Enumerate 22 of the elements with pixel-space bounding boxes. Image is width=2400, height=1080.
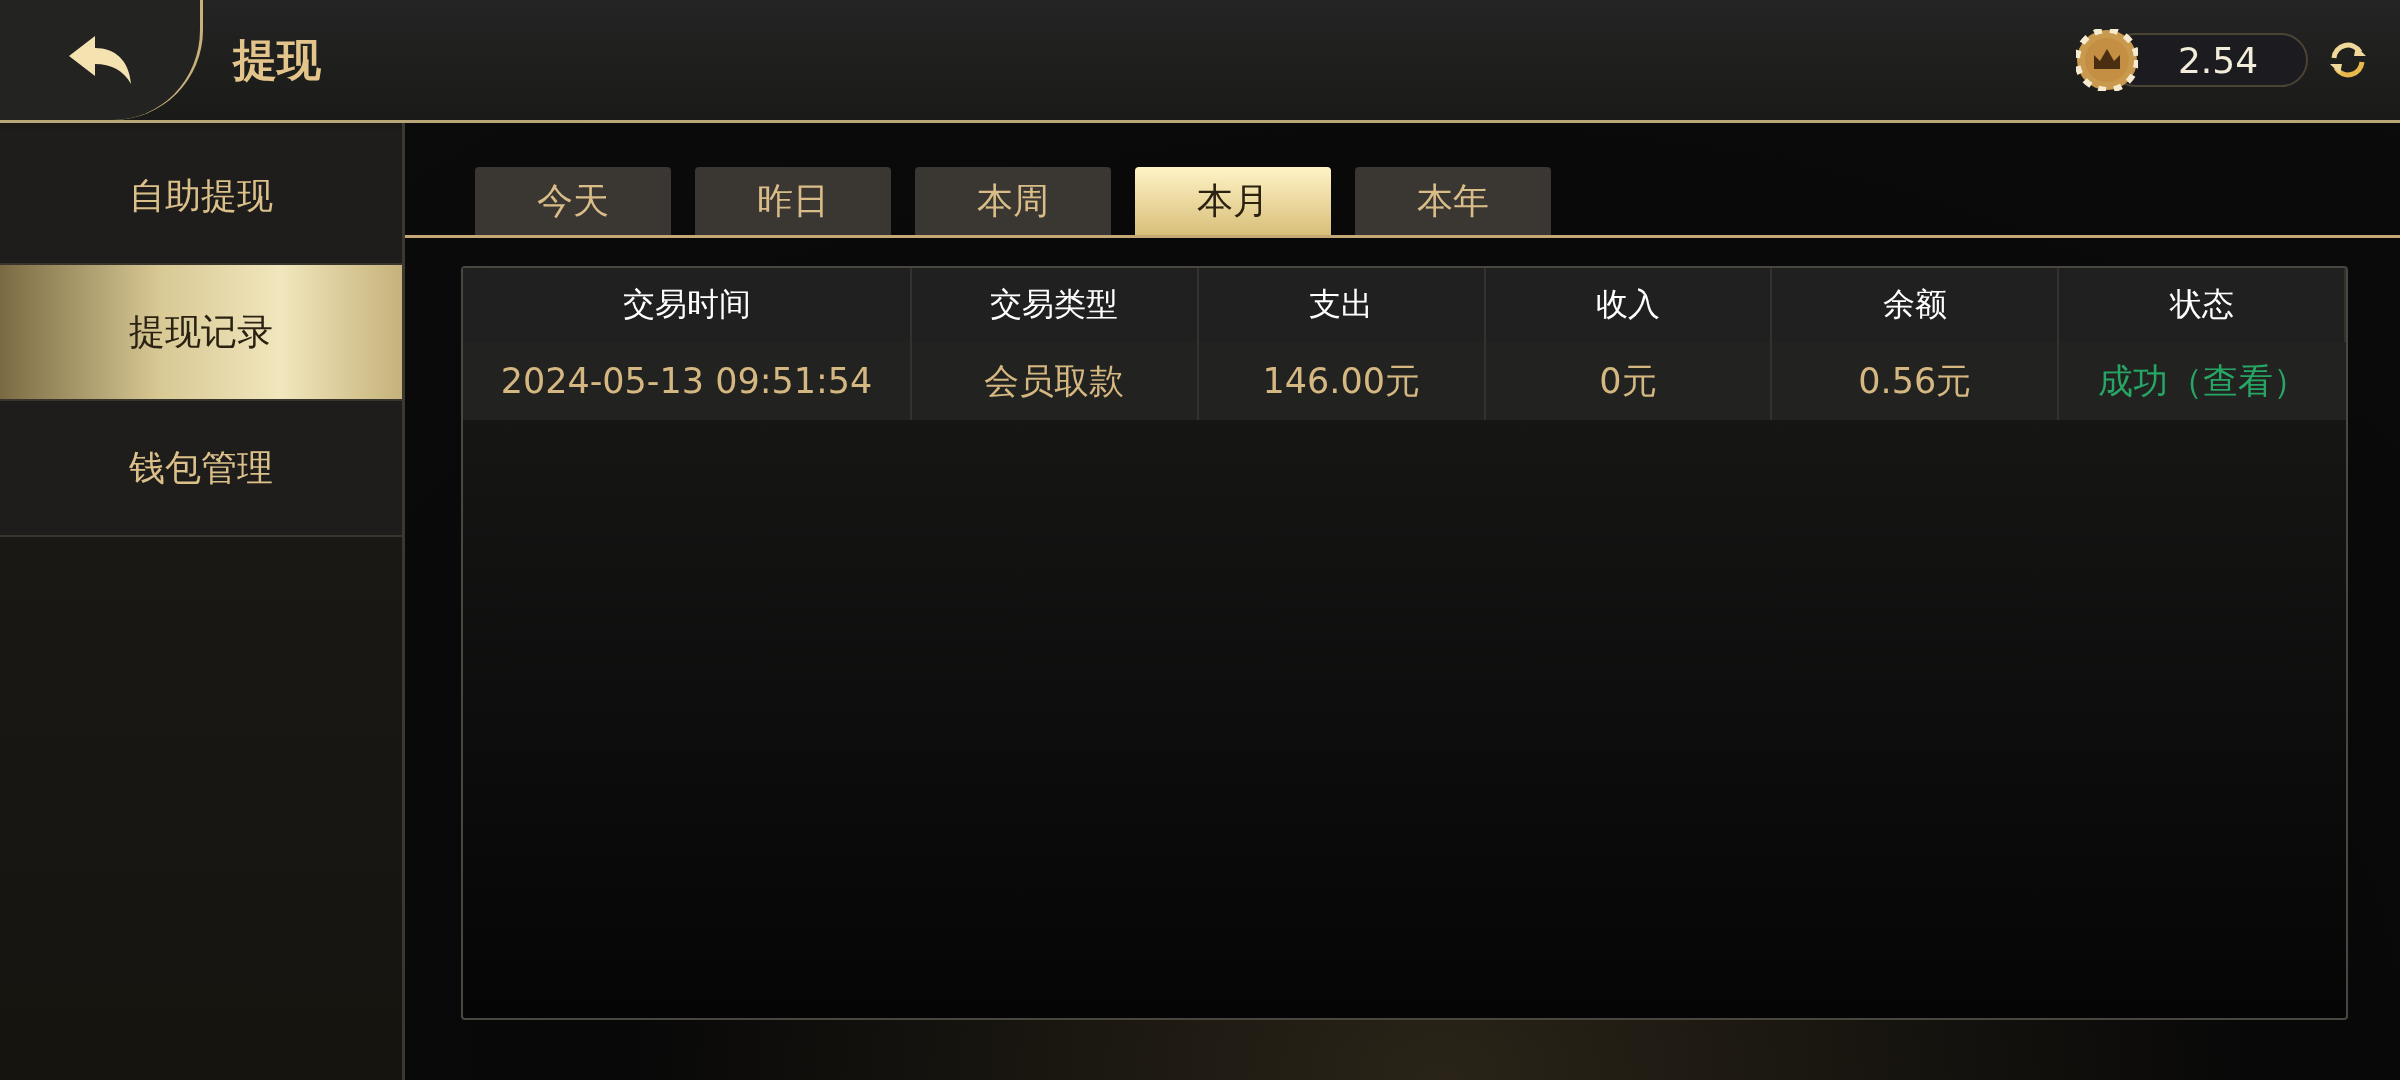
sidebar-item[interactable]: 钱包管理 [0,401,402,537]
column-header: 交易类型 [912,268,1199,342]
back-icon[interactable] [67,34,133,86]
column-header: 余额 [1772,268,2060,342]
column-header: 状态 [2059,268,2346,342]
page-title: 提现 [233,32,322,87]
period-tab[interactable]: 本月 [1135,167,1331,235]
column-header: 收入 [1485,268,1773,342]
period-tab[interactable]: 今天 [475,167,671,235]
table-cell: 0.56元 [1772,342,2060,420]
period-tab[interactable]: 本周 [915,167,1111,235]
period-tab[interactable]: 昨日 [695,167,891,235]
column-header: 交易时间 [463,268,912,342]
table-cell: 146.00元 [1198,342,1486,420]
period-tab[interactable]: 本年 [1355,167,1551,235]
status-link[interactable]: 成功（查看） [2059,342,2346,420]
sidebar-item[interactable]: 自助提现 [0,129,402,265]
sidebar-item[interactable]: 提现记录 [0,265,402,401]
table-cell: 0元 [1485,342,1773,420]
column-header: 支出 [1198,268,1486,342]
table-cell: 2024-05-13 09:51:54 [463,342,912,420]
table-cell: 会员取款 [912,342,1199,420]
